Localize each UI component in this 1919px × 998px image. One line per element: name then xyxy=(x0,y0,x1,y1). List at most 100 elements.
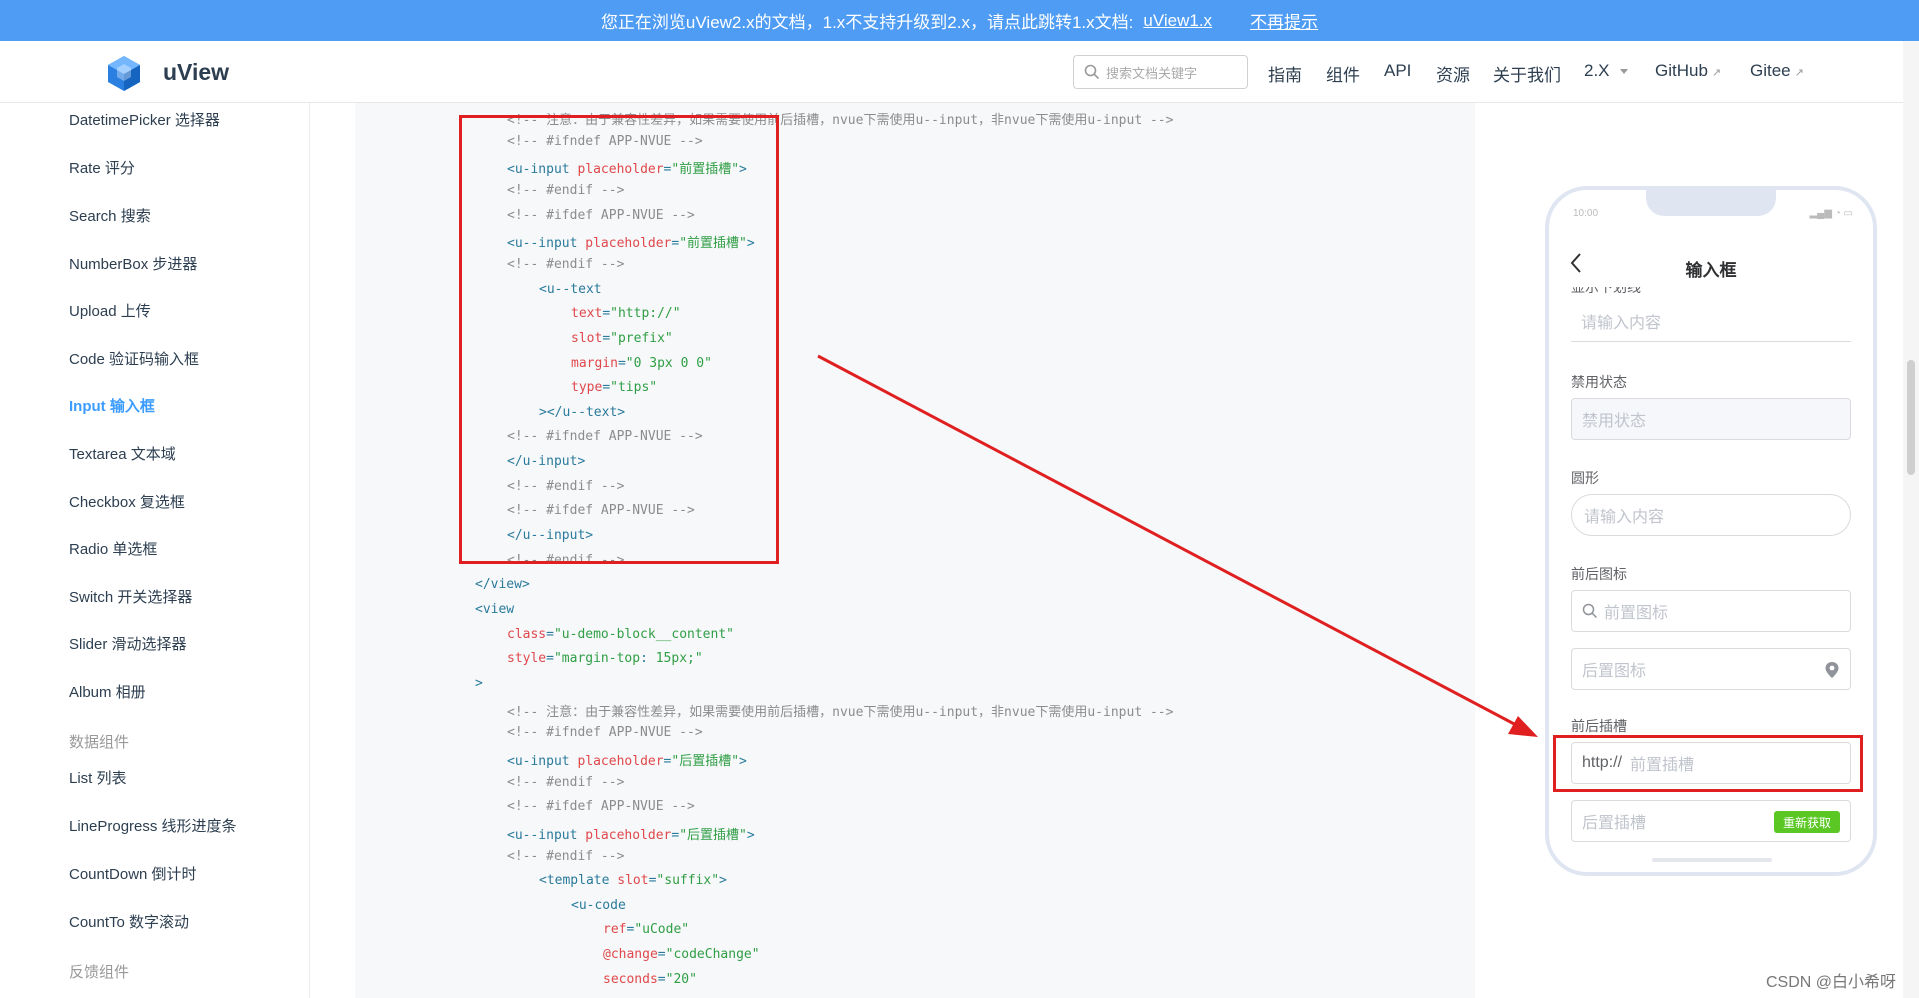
external-link-icon: ↗ xyxy=(1711,67,1722,79)
nav-guide[interactable]: 指南 xyxy=(1268,61,1302,86)
search-placeholder: 搜索文档关键字 xyxy=(1106,65,1198,81)
nav-about[interactable]: 关于我们 xyxy=(1493,61,1561,86)
signal-battery-icon: ▂▄▆ ◔ ▭ xyxy=(1809,208,1853,219)
sidebar-item-input[interactable]: Input 输入框 xyxy=(69,395,155,416)
suffix-slot-placeholder: 后置插槽 xyxy=(1582,815,1647,832)
code-token: = xyxy=(546,651,554,667)
code-token: </view> xyxy=(475,577,530,593)
prefix-icon-placeholder: 前置图标 xyxy=(1604,605,1669,622)
code-token: ref xyxy=(603,922,627,938)
nav-components[interactable]: 组件 xyxy=(1326,61,1360,86)
code-line: <u--input placeholder="后置插槽"> xyxy=(507,824,755,843)
nav-gitee[interactable]: Gitee ↗ xyxy=(1750,61,1804,81)
code-line: <!-- #ifndef APP-NVUE --> xyxy=(507,725,703,740)
code-token: class xyxy=(507,626,547,642)
code-token: <template xyxy=(539,873,618,889)
sidebar-item-list[interactable]: List 列表 xyxy=(69,767,127,788)
nav-github[interactable]: GitHub ↗ xyxy=(1655,61,1721,81)
gitee-label: Gitee xyxy=(1750,61,1791,80)
nav-version-dropdown[interactable]: 2.X xyxy=(1584,61,1628,81)
sidebar-item-slider[interactable]: Slider 滑动选择器 xyxy=(69,633,187,654)
version-label: 2.X xyxy=(1584,61,1610,80)
sidebar-item-radio[interactable]: Radio 单选框 xyxy=(69,538,157,559)
get-code-button[interactable]: 重新获取 xyxy=(1773,811,1840,833)
search-icon xyxy=(1582,603,1598,619)
underline-input[interactable]: 请输入内容 xyxy=(1571,300,1851,342)
label-slots: 前后插槽 xyxy=(1571,718,1627,734)
label-disabled: 禁用状态 xyxy=(1571,374,1627,390)
sidebar-item-switch[interactable]: Switch 开关选择器 xyxy=(69,586,192,607)
sidebar-item-datetimepicker[interactable]: DatetimePicker 选择器 xyxy=(69,109,220,130)
sidebar-item-rate[interactable]: Rate 评分 xyxy=(69,157,135,178)
sidebar-item-search[interactable]: Search 搜索 xyxy=(69,205,151,226)
label-icons: 前后图标 xyxy=(1571,566,1627,582)
suffix-slot-input[interactable]: 后置插槽 重新获取 xyxy=(1571,800,1851,842)
sidebar-item-upload[interactable]: Upload 上传 xyxy=(69,300,151,321)
code-line: > xyxy=(475,676,483,691)
suffix-icon-placeholder: 后置图标 xyxy=(1582,663,1647,680)
preview-highlight-box xyxy=(1553,735,1863,792)
external-link-icon: ↗ xyxy=(1794,67,1804,79)
phone-notch xyxy=(1646,186,1776,216)
code-line: ref="uCode" xyxy=(603,922,689,937)
code-token: <view xyxy=(475,602,515,617)
nav-resources[interactable]: 资源 xyxy=(1436,61,1470,86)
code-line: <!-- #ifdef APP-NVUE --> xyxy=(507,799,695,814)
sidebar-item-countto[interactable]: CountTo 数字滚动 xyxy=(69,911,189,932)
code-token: "20" xyxy=(665,971,697,987)
code-token: <!-- #ifndef APP-NVUE --> xyxy=(507,725,703,741)
code-line: class="u-demo-block__content" xyxy=(507,627,734,642)
round-input[interactable]: 请输入内容 xyxy=(1571,494,1851,536)
csdn-watermark: CSDN @白小希呀 xyxy=(1766,974,1897,991)
code-line: <u-input placeholder="后置插槽"> xyxy=(507,750,747,769)
code-line: style="margin-top: 15px;" xyxy=(507,651,703,666)
code-line: <!-- 注意：由于兼容性差异，如果需要使用前后插槽，nvue下需使用u--in… xyxy=(507,701,1173,720)
code-token: "后置插槽" xyxy=(679,827,747,843)
uview-logo-icon[interactable] xyxy=(104,53,144,93)
code-line: <view xyxy=(475,602,514,617)
code-token: <u--input xyxy=(507,827,586,843)
page-scrollbar-thumb[interactable] xyxy=(1907,360,1915,475)
brand-name[interactable]: uView xyxy=(163,59,229,86)
code-token: @change xyxy=(603,947,658,963)
suffix-icon-input[interactable]: 后置图标 xyxy=(1571,648,1851,690)
code-line: <template slot="suffix"> xyxy=(539,873,727,888)
sidebar-item-numberbox[interactable]: NumberBox 步进器 xyxy=(69,253,197,274)
sidebar-item-lineprogress[interactable]: LineProgress 线形进度条 xyxy=(69,815,237,836)
page-root: 您正在浏览uView2.x的文档，1.x不支持升级到2.x，请点此跳转1.x文档… xyxy=(0,0,1919,998)
code-token: = xyxy=(657,971,666,987)
underline-input-placeholder: 请输入内容 xyxy=(1581,314,1662,332)
nav-api[interactable]: API xyxy=(1384,61,1411,81)
sidebar-item-code[interactable]: Code 验证码输入框 xyxy=(69,348,199,369)
code-token: > xyxy=(475,675,483,691)
disabled-input-placeholder: 禁用状态 xyxy=(1582,413,1647,430)
code-token: 15px;" xyxy=(655,651,703,667)
code-line: <!-- #endif --> xyxy=(507,775,624,790)
dismiss-notice-link[interactable]: 不再提示 xyxy=(1250,8,1318,33)
phone-page-title: 输入框 xyxy=(1685,261,1737,280)
code-line: </view> xyxy=(475,577,530,592)
sidebar-item-countdown[interactable]: CountDown 倒计时 xyxy=(69,863,197,884)
code-token: <!-- 注意：由于兼容性差异，如果需要使用前后插槽，nvue下需使用u--in… xyxy=(507,704,1174,720)
code-token: "后置插槽" xyxy=(671,753,740,769)
sidebar-item-textarea[interactable]: Textarea 文本域 xyxy=(69,443,176,464)
code-line: seconds="20" xyxy=(603,972,697,987)
prefix-icon-input[interactable]: 前置图标 xyxy=(1571,590,1851,632)
code-token: <u-code xyxy=(571,897,626,913)
code-line: <!-- #endif --> xyxy=(507,849,624,864)
uview1-link[interactable]: uView1.x xyxy=(1143,11,1212,31)
code-highlight-box xyxy=(459,115,779,564)
code-token: slot xyxy=(617,873,649,889)
sidebar-item-album[interactable]: Album 相册 xyxy=(69,681,146,702)
code-line: <u-code xyxy=(571,898,626,913)
sidebar-item-checkbox[interactable]: Checkbox 复选框 xyxy=(69,491,185,512)
code-token: > xyxy=(746,827,755,843)
page-scrollbar-track[interactable] xyxy=(1903,41,1919,998)
round-input-placeholder: 请输入内容 xyxy=(1584,509,1665,526)
disabled-input: 禁用状态 xyxy=(1571,398,1851,440)
sidebar-group-data: 数据组件 xyxy=(69,734,130,751)
github-label: GitHub xyxy=(1655,61,1708,80)
code-token: seconds xyxy=(603,971,658,987)
search-input[interactable]: 搜索文档关键字 xyxy=(1073,55,1248,89)
code-token: "suffix" xyxy=(656,873,720,889)
